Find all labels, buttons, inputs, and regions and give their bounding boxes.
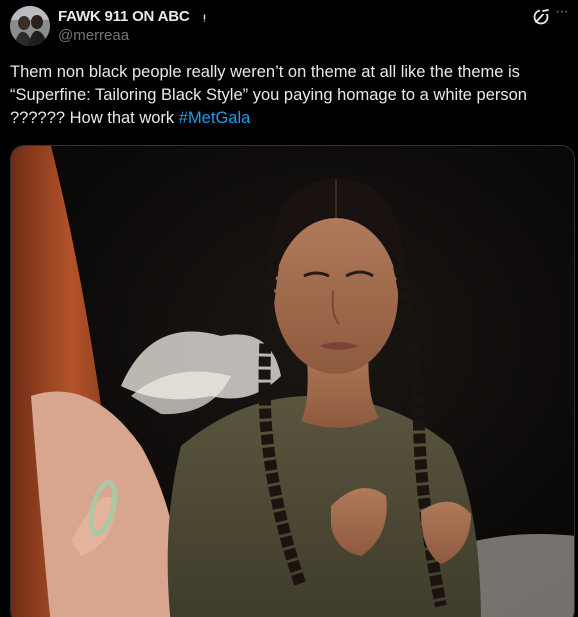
author-handle[interactable]: @merreaa xyxy=(58,27,129,44)
video-still-icon xyxy=(11,146,574,617)
author-name-row[interactable]: FAWK 911 ON ABC ᵎ xyxy=(58,6,206,27)
tweet-card[interactable]: FAWK 911 ON ABC ᵎ @merreaa ··· Them non … xyxy=(0,0,578,617)
avatar-photo-icon xyxy=(10,6,50,46)
avatar[interactable] xyxy=(10,6,50,46)
more-icon[interactable]: ··· xyxy=(555,4,575,22)
media-photo[interactable] xyxy=(10,145,575,617)
display-name[interactable]: FAWK 911 ON ABC xyxy=(58,8,190,25)
tweet-body: Them non black people really weren’t on … xyxy=(10,63,527,127)
hashtag-link[interactable]: #MetGala xyxy=(179,109,251,127)
grok-icon[interactable] xyxy=(531,7,551,27)
tweet-text: Them non black people really weren’t on … xyxy=(10,61,572,130)
name-glyph: ᵎ xyxy=(203,10,206,26)
